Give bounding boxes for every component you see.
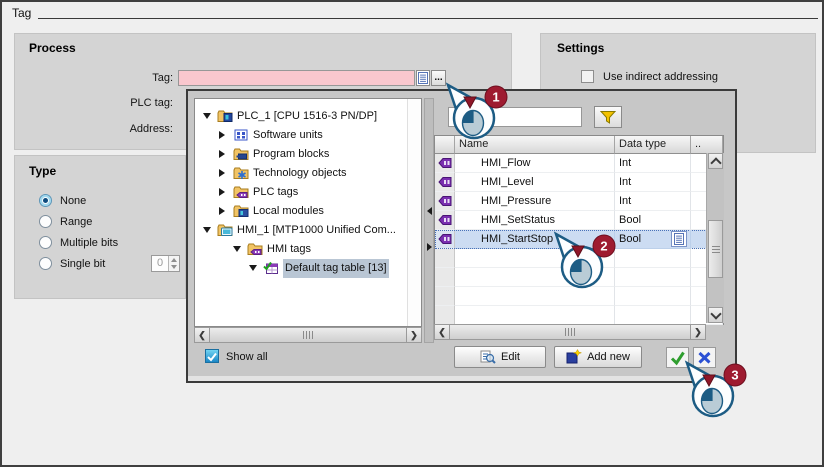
settings-group-title: Settings bbox=[557, 41, 605, 55]
process-group-title: Process bbox=[29, 41, 76, 55]
plc-tags-folder-icon bbox=[233, 184, 249, 200]
table-row[interactable]: HMI_Pressure Int bbox=[435, 192, 723, 211]
list-icon bbox=[674, 233, 684, 245]
svg-text:2: 2 bbox=[600, 239, 607, 254]
table-vscrollbar[interactable] bbox=[706, 153, 724, 323]
use-indirect-addressing-label: Use indirect addressing bbox=[603, 71, 718, 83]
callout-step-1: 1 bbox=[439, 80, 508, 150]
edit-button[interactable]: Edit bbox=[454, 346, 546, 368]
hmi-tags-folder-icon bbox=[247, 241, 263, 257]
type-group: Type None Range Multiple bits Single bit… bbox=[14, 155, 186, 299]
show-all-label: Show all bbox=[226, 351, 268, 363]
radio-range[interactable] bbox=[39, 215, 52, 228]
chevron-down-icon[interactable] bbox=[203, 113, 211, 119]
title-divider bbox=[38, 18, 818, 19]
tag-input[interactable] bbox=[178, 70, 415, 86]
tree-item-local-modules[interactable]: Local modules bbox=[195, 202, 421, 221]
tag-dialog: Tag Process Tag: ... PLC tag: Address: S… bbox=[0, 0, 824, 467]
tag-icon bbox=[438, 176, 452, 188]
check-icon bbox=[207, 352, 217, 362]
stepper-arrows[interactable] bbox=[168, 256, 179, 271]
collapse-left-icon[interactable] bbox=[427, 207, 432, 215]
address-field-label: Address: bbox=[129, 123, 173, 135]
add-new-button[interactable]: Add new bbox=[554, 346, 642, 368]
callout-step-2: 2 bbox=[547, 229, 616, 299]
chevron-down-icon[interactable] bbox=[203, 227, 211, 233]
radio-range-label: Range bbox=[60, 216, 93, 228]
page-title: Tag bbox=[12, 6, 32, 20]
local-modules-icon bbox=[233, 203, 249, 219]
filter-funnel-icon bbox=[599, 109, 617, 125]
column-header-more[interactable]: .. bbox=[691, 136, 723, 154]
chevron-down-icon[interactable] bbox=[233, 246, 241, 252]
filter-button[interactable] bbox=[594, 106, 622, 128]
tag-icon bbox=[438, 214, 452, 226]
tree-item-program-blocks[interactable]: Program blocks bbox=[195, 145, 421, 164]
tree-item-technology-objects[interactable]: Technology objects bbox=[195, 164, 421, 183]
hmi-device-icon bbox=[217, 222, 233, 238]
chevron-right-icon[interactable] bbox=[219, 131, 225, 139]
callout-step-3: 3 bbox=[678, 358, 747, 428]
add-new-icon bbox=[566, 349, 582, 365]
radio-single-bit[interactable] bbox=[39, 257, 52, 270]
tag-icon bbox=[438, 233, 452, 245]
scroll-right-button[interactable]: ❯ bbox=[690, 324, 706, 340]
scroll-thumb[interactable] bbox=[450, 324, 690, 340]
scroll-thumb[interactable] bbox=[708, 220, 723, 278]
chevron-right-icon[interactable] bbox=[219, 188, 225, 196]
data-type-picker-button[interactable] bbox=[671, 231, 687, 247]
column-header-data-type[interactable]: Data type bbox=[615, 136, 691, 154]
radio-multiple-bits[interactable] bbox=[39, 236, 52, 249]
scroll-right-button[interactable]: ❯ bbox=[406, 327, 422, 343]
table-row[interactable]: HMI_Level Int bbox=[435, 173, 723, 192]
tree-item-hmi1[interactable]: HMI_1 [MTP1000 Unified Com... bbox=[195, 221, 421, 240]
radio-single-bit-label: Single bit bbox=[60, 258, 106, 270]
chevron-right-icon[interactable] bbox=[219, 169, 225, 177]
scroll-up-button[interactable] bbox=[708, 153, 723, 169]
scroll-thumb[interactable] bbox=[210, 327, 406, 343]
scroll-left-button[interactable]: ❮ bbox=[194, 327, 210, 343]
single-bit-stepper[interactable]: 0 bbox=[151, 255, 180, 272]
chevron-right-icon[interactable] bbox=[219, 150, 225, 158]
edit-icon bbox=[480, 349, 496, 365]
table-row[interactable]: HMI_SetStatus Bool bbox=[435, 211, 723, 230]
project-tree: PLC_1 [CPU 1516-3 PN/DP] Software units … bbox=[194, 98, 422, 327]
tree-item-plc-tags[interactable]: PLC tags bbox=[195, 183, 421, 202]
table-hscrollbar[interactable]: ❮ ❯ bbox=[434, 324, 706, 340]
tree-table-splitter[interactable] bbox=[424, 98, 434, 343]
show-all-checkbox[interactable] bbox=[205, 349, 219, 363]
scroll-down-button[interactable] bbox=[708, 307, 723, 323]
chevron-right-icon[interactable] bbox=[219, 207, 225, 215]
collapse-right-icon[interactable] bbox=[427, 243, 432, 251]
list-icon bbox=[418, 72, 428, 84]
single-bit-value: 0 bbox=[152, 256, 168, 271]
tag-list-button[interactable] bbox=[416, 70, 430, 86]
tree-item-hmi-tags[interactable]: HMI tags bbox=[195, 240, 421, 259]
chevron-down-icon[interactable] bbox=[249, 265, 257, 271]
type-group-title: Type bbox=[29, 164, 57, 178]
tree-item-plc1[interactable]: PLC_1 [CPU 1516-3 PN/DP] bbox=[195, 107, 421, 126]
program-blocks-icon bbox=[233, 146, 249, 162]
svg-text:3: 3 bbox=[731, 368, 738, 383]
tag-icon bbox=[438, 195, 452, 207]
popup-bottom-strip bbox=[188, 376, 735, 381]
plc-device-icon bbox=[217, 108, 233, 124]
tag-table-icon bbox=[263, 260, 279, 276]
plc-tag-field-label: PLC tag: bbox=[130, 97, 173, 109]
tag-icon bbox=[438, 157, 452, 169]
scroll-left-button[interactable]: ❮ bbox=[434, 324, 450, 340]
tree-item-default-tag-table[interactable]: Default tag table [13] bbox=[195, 259, 421, 278]
table-row[interactable]: HMI_Flow Int bbox=[435, 154, 723, 173]
technology-objects-icon bbox=[233, 165, 249, 181]
radio-multiple-bits-label: Multiple bits bbox=[60, 237, 119, 249]
svg-text:1: 1 bbox=[492, 90, 499, 105]
software-units-icon bbox=[233, 127, 249, 143]
use-indirect-addressing-checkbox[interactable] bbox=[581, 70, 594, 83]
tag-field-label: Tag: bbox=[152, 72, 173, 84]
tree-hscrollbar[interactable]: ❮ ❯ bbox=[194, 327, 422, 343]
radio-none[interactable] bbox=[39, 194, 52, 207]
radio-none-label: None bbox=[60, 195, 87, 207]
tree-item-software-units[interactable]: Software units bbox=[195, 126, 421, 145]
